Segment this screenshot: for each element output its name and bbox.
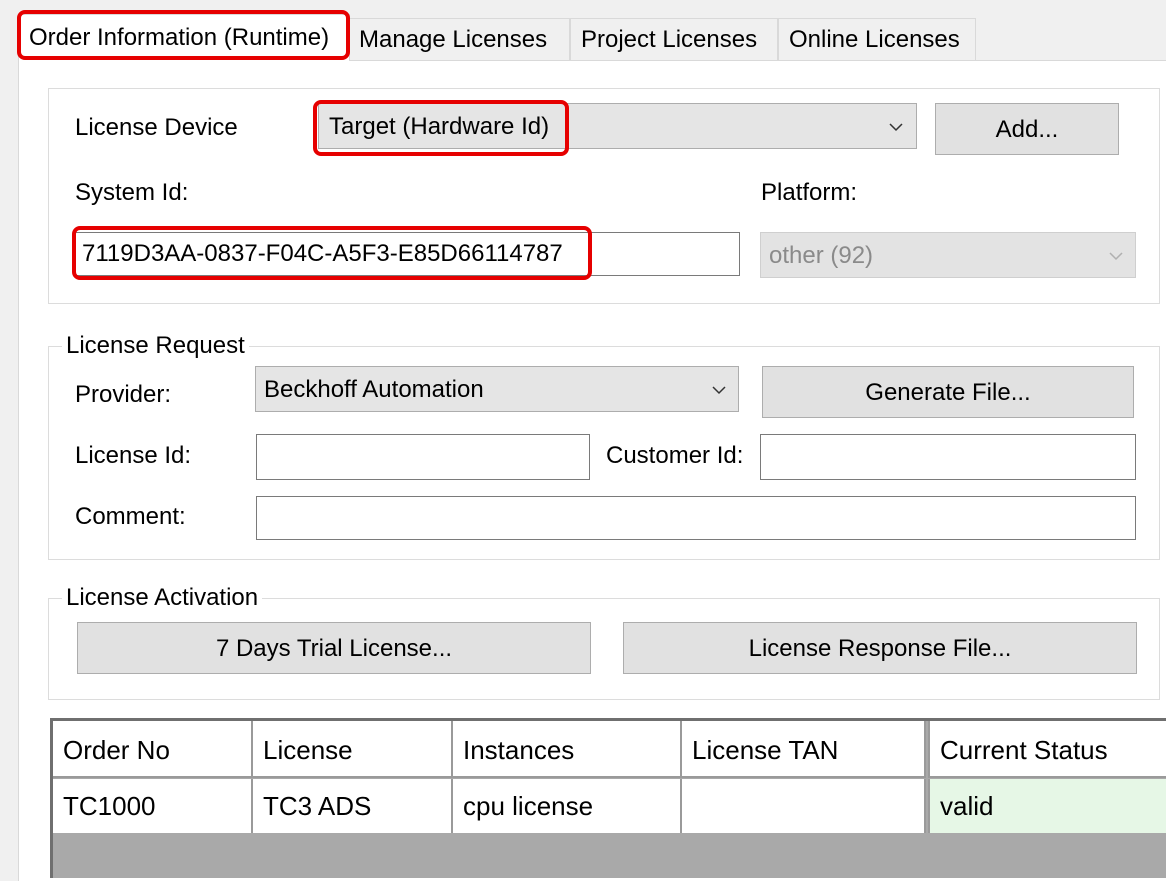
column-header-current-status[interactable]: Current Status bbox=[928, 721, 1166, 778]
column-header-license[interactable]: License bbox=[253, 721, 453, 778]
license-device-value: Target (Hardware Id) bbox=[329, 113, 550, 140]
trial-license-button[interactable]: 7 Days Trial License... bbox=[77, 622, 591, 674]
customer-id-label: Customer Id: bbox=[606, 442, 744, 469]
provider-select[interactable]: Beckhoff Automation bbox=[255, 366, 739, 412]
generate-file-button[interactable]: Generate File... bbox=[762, 366, 1134, 418]
platform-select[interactable]: other (92) bbox=[760, 232, 1136, 278]
system-id-field[interactable]: 7119D3AA-0837-F04C-A5F3-E85D66114787 bbox=[75, 232, 740, 276]
license-response-file-button[interactable]: License Response File... bbox=[623, 622, 1137, 674]
license-id-field[interactable] bbox=[256, 434, 590, 480]
license-device-select[interactable]: Target (Hardware Id) bbox=[318, 103, 917, 149]
provider-label: Provider: bbox=[75, 381, 172, 408]
table-cell-license-tan[interactable] bbox=[682, 779, 926, 833]
license-device-label: License Device bbox=[75, 114, 238, 141]
license-request-legend: License Request bbox=[62, 333, 249, 359]
tab-online-licenses[interactable]: Online Licenses bbox=[778, 18, 976, 60]
customer-id-field[interactable] bbox=[760, 434, 1136, 480]
platform-value: other (92) bbox=[769, 242, 874, 269]
chevron-down-icon bbox=[1109, 249, 1123, 263]
license-activation-legend: License Activation bbox=[62, 585, 263, 611]
table-cell-instances[interactable]: cpu license bbox=[453, 779, 682, 833]
tab-manage-licenses[interactable]: Manage Licenses bbox=[348, 18, 570, 60]
chevron-down-icon bbox=[712, 383, 726, 397]
licenses-table: Order No License Instances License TAN C… bbox=[50, 718, 1166, 878]
table-cell-order-no[interactable]: TC1000 bbox=[53, 779, 253, 833]
platform-label: Platform: bbox=[761, 179, 858, 206]
provider-value: Beckhoff Automation bbox=[264, 376, 484, 403]
column-header-order-no[interactable]: Order No bbox=[53, 721, 253, 778]
system-id-label: System Id: bbox=[75, 179, 189, 206]
chevron-down-icon bbox=[889, 120, 903, 134]
license-id-label: License Id: bbox=[75, 442, 192, 469]
tab-project-licenses[interactable]: Project Licenses bbox=[570, 18, 778, 60]
column-header-license-tan[interactable]: License TAN bbox=[682, 721, 926, 778]
table-cell-current-status[interactable]: valid bbox=[928, 779, 1166, 833]
comment-field[interactable] bbox=[256, 496, 1136, 540]
tab-order-information[interactable]: Order Information (Runtime) bbox=[18, 14, 350, 61]
comment-label: Comment: bbox=[75, 503, 186, 530]
column-header-instances[interactable]: Instances bbox=[453, 721, 682, 778]
table-cell-license[interactable]: TC3 ADS bbox=[253, 779, 453, 833]
add-button[interactable]: Add... bbox=[935, 103, 1119, 155]
